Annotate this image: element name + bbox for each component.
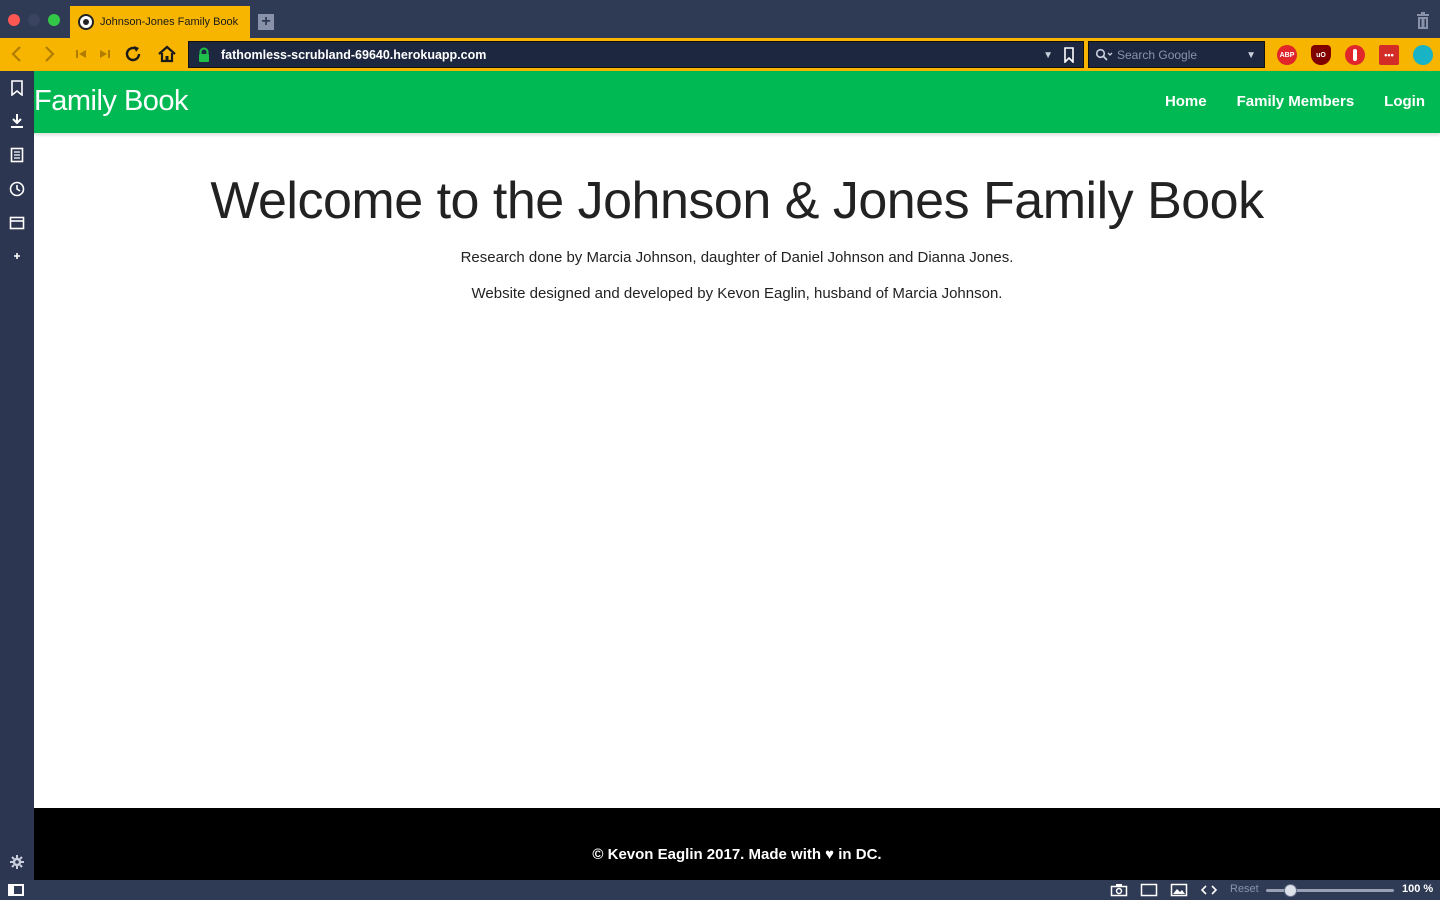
bookmarks-icon[interactable] (9, 80, 25, 97)
adblock-plus-icon[interactable]: ABP (1277, 45, 1297, 65)
search-icon (1095, 48, 1113, 61)
lock-icon (199, 47, 209, 62)
panel-toggle-icon[interactable] (8, 884, 24, 896)
close-window-button[interactable] (8, 14, 20, 26)
nav-home-link[interactable]: Home (1165, 93, 1207, 110)
address-bar-row: fathomless-scrubland-69640.herokuapp.com… (0, 38, 1440, 71)
site-brand-link[interactable]: Family Book (34, 85, 189, 118)
browser-sidebar (0, 71, 34, 880)
downloads-icon[interactable] (9, 113, 25, 129)
footer-text: © Kevon Eaglin 2017. Made with ♥ in DC. (592, 845, 882, 863)
site-footer: © Kevon Eaglin 2017. Made with ♥ in DC. (34, 808, 1440, 880)
site-navbar: Family Book Home Family Members Login (34, 71, 1440, 134)
nav-login-link[interactable]: Login (1384, 93, 1425, 110)
hero-section: Welcome to the Johnson & Jones Family Bo… (34, 171, 1440, 302)
reload-icon[interactable] (122, 43, 144, 65)
notes-icon[interactable] (9, 147, 25, 163)
url-field[interactable]: fathomless-scrubland-69640.herokuapp.com… (188, 41, 1084, 68)
history-icon[interactable] (9, 181, 25, 197)
new-tab-button[interactable]: + (258, 14, 274, 30)
url-text: fathomless-scrubland-69640.herokuapp.com (221, 47, 487, 62)
site-nav-links: Home Family Members Login (1165, 93, 1425, 110)
zoom-level: 100 % (1402, 883, 1434, 895)
minimize-window-button[interactable] (28, 14, 40, 26)
back-button[interactable] (6, 43, 28, 65)
privacy-badger-icon[interactable] (1345, 45, 1365, 65)
web-page: Family Book Home Family Members Login We… (34, 71, 1440, 880)
trash-icon[interactable] (1416, 12, 1430, 29)
globe-icon (78, 14, 94, 30)
rewind-button[interactable] (70, 43, 92, 65)
developer-credit: Website designed and developed by Kevon … (471, 285, 1003, 302)
search-engine-dropdown-icon[interactable]: ▼ (1246, 50, 1256, 61)
page-actions-icon[interactable] (1200, 883, 1218, 897)
lastpass-icon[interactable]: ••• (1379, 45, 1399, 65)
tab-title: Johnson-Jones Family Book (100, 16, 239, 28)
settings-gear-icon[interactable] (9, 854, 25, 870)
ublock-icon[interactable]: uO (1311, 45, 1331, 65)
add-panel-icon[interactable] (9, 248, 25, 264)
images-icon[interactable] (1170, 883, 1188, 897)
zoom-reset-button[interactable]: Reset (1230, 883, 1259, 895)
capture-icon[interactable] (1110, 883, 1128, 897)
tiling-icon[interactable] (1140, 883, 1158, 897)
zoom-window-button[interactable] (48, 14, 60, 26)
search-input[interactable] (1117, 47, 1247, 62)
nav-family-members-link[interactable]: Family Members (1237, 93, 1355, 110)
research-credit: Research done by Marcia Johnson, daughte… (460, 249, 1014, 266)
fast-forward-button[interactable] (94, 43, 116, 65)
search-field[interactable]: ▼ (1088, 41, 1265, 68)
tab-bar: Johnson-Jones Family Book + (0, 0, 1440, 38)
bookmark-icon[interactable] (1063, 47, 1075, 63)
zoom-slider-handle[interactable] (1284, 884, 1297, 897)
url-dropdown-icon[interactable]: ▼ (1043, 50, 1053, 61)
active-tab[interactable]: Johnson-Jones Family Book (70, 6, 250, 38)
page-heading: Welcome to the Johnson & Jones Family Bo… (210, 172, 1264, 230)
window-panel-icon[interactable] (9, 215, 25, 231)
status-bar: Reset 100 % (0, 880, 1440, 900)
home-icon[interactable] (156, 43, 178, 65)
forward-button[interactable] (38, 43, 60, 65)
extension-icon[interactable] (1413, 45, 1433, 65)
